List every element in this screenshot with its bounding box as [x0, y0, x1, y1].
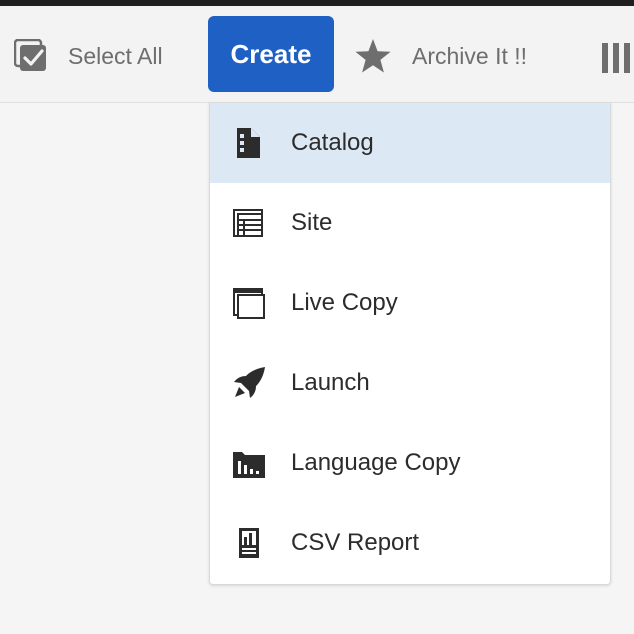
language-copy-icon — [232, 446, 266, 480]
column-view-icon[interactable] — [602, 42, 634, 74]
catalog-icon — [232, 126, 266, 160]
menu-item-label: Catalog — [291, 129, 374, 156]
archive-button[interactable]: Archive It !! — [354, 36, 527, 76]
create-menu: Catalog Site Live Copy Launch Language C… — [209, 103, 611, 585]
checkbox-check-icon — [14, 39, 48, 73]
live-copy-icon — [232, 286, 266, 320]
action-toolbar: Select All Create Archive It !! — [0, 6, 634, 103]
archive-label: Archive It !! — [412, 42, 528, 69]
menu-item-label: Launch — [291, 369, 370, 396]
select-all-label: Select All — [68, 42, 163, 69]
menu-item-label: Language Copy — [291, 449, 461, 476]
star-icon — [354, 37, 392, 75]
launch-rocket-icon — [232, 366, 266, 400]
csv-report-icon — [232, 526, 266, 560]
site-icon — [232, 206, 266, 240]
select-all-button[interactable]: Select All — [14, 36, 163, 76]
menu-item-label: Live Copy — [291, 289, 398, 316]
menu-item-catalog[interactable]: Catalog — [210, 103, 610, 183]
menu-item-site[interactable]: Site — [210, 183, 610, 263]
menu-item-live-copy[interactable]: Live Copy — [210, 263, 610, 343]
menu-item-label: Site — [291, 209, 333, 236]
menu-item-language-copy[interactable]: Language Copy — [210, 423, 610, 503]
menu-item-csv-report[interactable]: CSV Report — [210, 503, 610, 583]
create-button[interactable]: Create — [208, 16, 334, 92]
create-label: Create — [230, 38, 312, 69]
menu-item-launch[interactable]: Launch — [210, 343, 610, 423]
menu-item-label: CSV Report — [291, 529, 420, 556]
